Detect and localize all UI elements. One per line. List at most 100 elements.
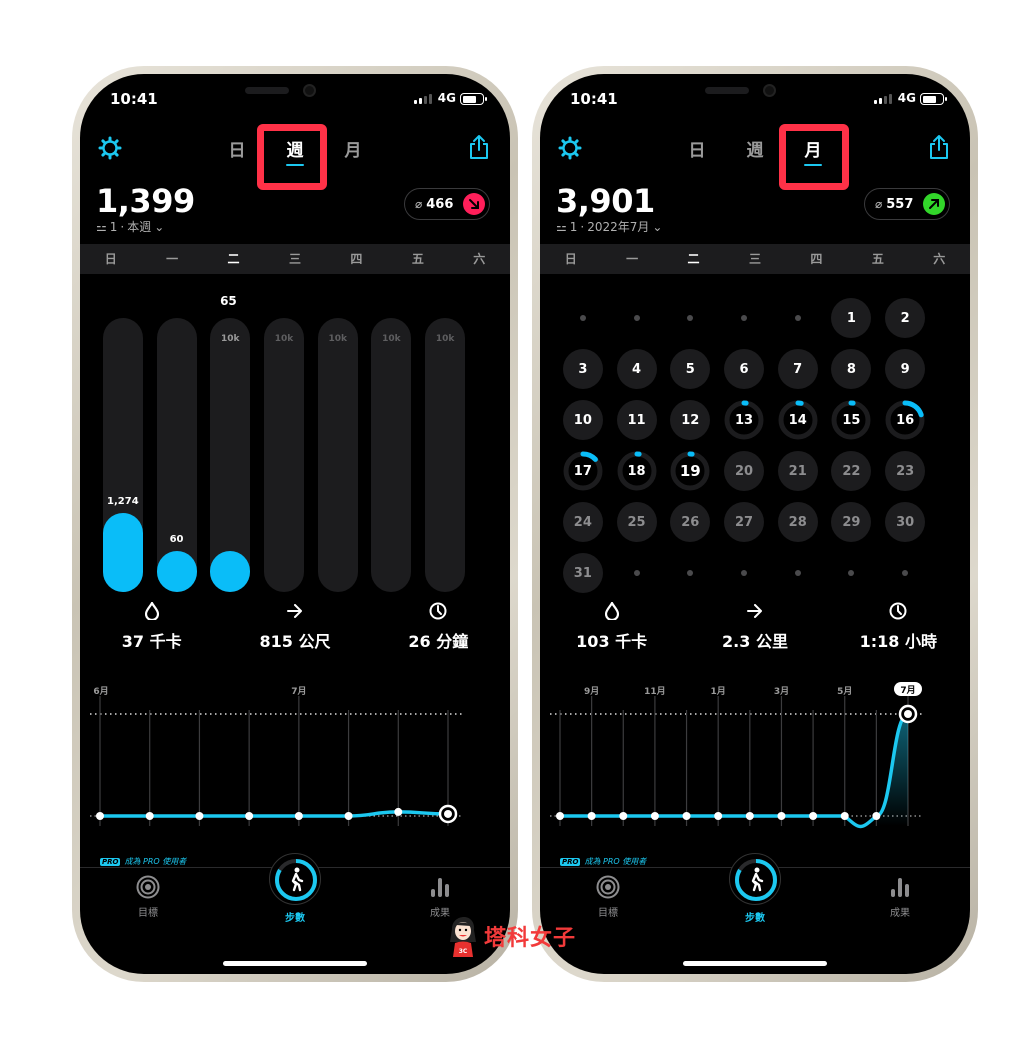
trend-point[interactable]: [145, 812, 154, 820]
home-indicator[interactable]: [683, 961, 827, 966]
tab-month[interactable]: 月: [784, 128, 842, 168]
calendar-day[interactable]: 6: [724, 349, 764, 389]
trend-point[interactable]: [344, 812, 353, 820]
trend-point[interactable]: [714, 812, 723, 820]
share-icon[interactable]: [468, 134, 490, 160]
day-bar[interactable]: 10k: [371, 318, 412, 592]
trend-chart: 9月 11月 1月 3月 5月 7月: [540, 682, 970, 852]
battery-icon: [920, 93, 947, 105]
trend-point[interactable]: [777, 812, 786, 820]
tab-week[interactable]: 週: [266, 128, 324, 168]
calendar-day[interactable]: 2: [885, 298, 926, 338]
calendar-day[interactable]: 29: [831, 502, 872, 542]
calendar-day[interactable]: 15: [831, 400, 871, 440]
tab-month[interactable]: 月: [324, 128, 382, 168]
average-pill[interactable]: ⌀ 466: [404, 188, 490, 220]
trend-point[interactable]: [840, 812, 849, 820]
period-selector[interactable]: ⚍ 1 · 2022年7月 ⌄: [556, 218, 662, 235]
day-bar[interactable]: 10k: [264, 318, 304, 592]
trend-point[interactable]: [556, 812, 564, 820]
calendar-day[interactable]: 11: [616, 400, 657, 440]
trend-point[interactable]: [619, 812, 628, 820]
empty-day-dot: [617, 298, 657, 338]
tab-day[interactable]: 日: [668, 128, 726, 168]
weekday-label: 一: [626, 252, 639, 266]
day-bar[interactable]: 10k: [210, 318, 251, 592]
nav-item-results[interactable]: 成果: [410, 875, 470, 919]
watermark: 3C 塔科女子: [446, 915, 576, 957]
nav-steps-button[interactable]: [269, 853, 321, 905]
tab-day[interactable]: 日: [208, 128, 266, 168]
gear-icon[interactable]: [98, 136, 122, 160]
nav-item-goal[interactable]: 目標: [578, 875, 638, 919]
goal-tick-label: 10k: [382, 334, 401, 344]
calendar-day[interactable]: 27: [724, 502, 764, 542]
total-steps: 3,901: [556, 182, 655, 220]
trend-point[interactable]: [682, 812, 691, 820]
trend-point[interactable]: [96, 812, 104, 820]
calendar-day[interactable]: 4: [616, 349, 657, 389]
calendar-day[interactable]: 30: [885, 502, 926, 542]
calendar-day[interactable]: 13: [724, 400, 764, 440]
trend-point[interactable]: [294, 812, 303, 820]
share-icon[interactable]: [928, 134, 950, 160]
day-number: 30: [896, 514, 915, 530]
nav-item-goal[interactable]: 目標: [118, 875, 178, 919]
empty-day-dot: [885, 553, 925, 593]
stat-value: 815 公尺: [259, 632, 331, 651]
trend-point[interactable]: [809, 812, 818, 820]
arrow-right-icon: [223, 600, 366, 622]
rank-value: 1: [109, 219, 118, 234]
trend-point[interactable]: [394, 807, 403, 816]
nav-steps-button[interactable]: [729, 853, 781, 905]
period-selector[interactable]: ⚍ 1 · 本週 ⌄: [96, 218, 164, 235]
calendar-day[interactable]: 7: [777, 349, 818, 389]
calendar-day[interactable]: 22: [831, 451, 872, 491]
calendar-day[interactable]: 26: [670, 502, 711, 542]
pro-banner[interactable]: PRO 成為 PRO 使用者: [560, 856, 646, 867]
gear-icon[interactable]: [558, 136, 582, 160]
day-bar[interactable]: 10k: [425, 318, 466, 592]
day-bar[interactable]: 1,274: [102, 318, 143, 592]
pro-tag: PRO: [560, 857, 581, 866]
calendar-day[interactable]: 5: [670, 349, 711, 389]
calendar-day[interactable]: 1: [831, 298, 872, 338]
tab-week[interactable]: 週: [726, 128, 784, 168]
calendar-day[interactable]: 8: [831, 349, 872, 389]
nav-item-results[interactable]: 成果: [870, 875, 930, 919]
average-pill[interactable]: ⌀ 557: [864, 188, 950, 220]
nav-steps-label[interactable]: 步數: [745, 909, 765, 924]
calendar-day[interactable]: 14: [778, 400, 818, 440]
day-number: 6: [739, 361, 749, 377]
home-indicator[interactable]: [223, 961, 367, 966]
calendar-day[interactable]: 17: [563, 451, 603, 491]
trend-point[interactable]: [587, 812, 596, 820]
stats-row: 103 千卡 2.3 公里 1:18 小時: [540, 600, 970, 660]
trend-point[interactable]: [195, 812, 204, 820]
pro-banner[interactable]: PRO 成為 PRO 使用者: [100, 856, 186, 867]
trend-point[interactable]: [872, 812, 881, 820]
calendar-day[interactable]: 9: [885, 349, 926, 389]
calendar-day[interactable]: 12: [670, 400, 711, 440]
trend-point[interactable]: [650, 812, 659, 820]
trend-point[interactable]: [745, 812, 754, 820]
calendar-day[interactable]: 25: [616, 502, 657, 542]
day-bar[interactable]: 10k: [317, 318, 358, 592]
day-number: 10: [573, 412, 592, 428]
calendar-day[interactable]: 18: [617, 451, 657, 491]
calendar-day[interactable]: 24: [562, 502, 603, 542]
calendar-day[interactable]: 21: [777, 451, 818, 491]
calendar-day[interactable]: 28: [777, 502, 818, 542]
trend-point[interactable]: [245, 812, 254, 820]
calendar-day[interactable]: 19: [670, 451, 710, 491]
nav-steps-label[interactable]: 步數: [285, 909, 305, 924]
calendar-day[interactable]: 10: [562, 400, 603, 440]
calendar-day[interactable]: 31: [562, 553, 603, 593]
day-bar[interactable]: 60: [156, 318, 197, 592]
calendar-day[interactable]: 16: [885, 400, 925, 440]
calendar-day[interactable]: 20: [724, 451, 764, 491]
weekday-label: 四: [350, 252, 363, 266]
calendar-day[interactable]: 23: [885, 451, 926, 491]
calendar-day[interactable]: 3: [562, 349, 603, 389]
bar-track: [425, 318, 466, 592]
